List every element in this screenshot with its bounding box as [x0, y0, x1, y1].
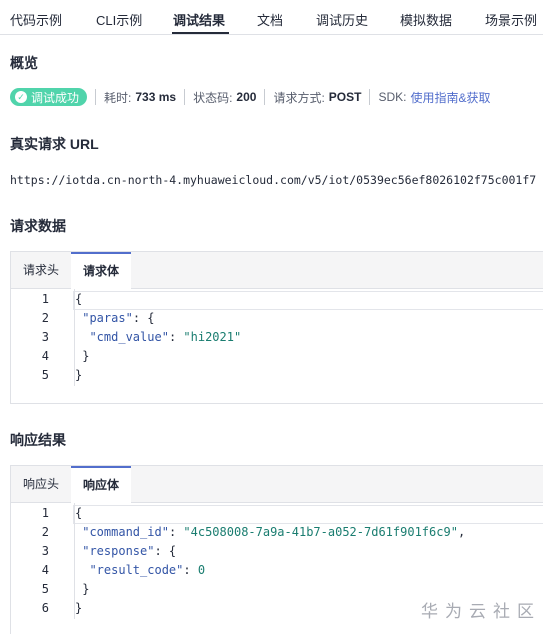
code-token: } [75, 601, 83, 615]
code-token: { [75, 506, 83, 520]
code-token: "command_id" [82, 525, 169, 539]
top-tab-bar: 代码示例 CLI示例 调试结果 文档 调试历史 模拟数据 场景示例 [0, 0, 543, 35]
code-text: } [75, 599, 82, 618]
line-number: 5 [41, 582, 49, 596]
overview-row: ✓ 调试成功 耗时: 733 ms 状态码: 200 请求方式: POST SD… [10, 87, 490, 107]
status-badge: ✓ 调试成功 [10, 88, 88, 106]
line-number: 1 [41, 506, 49, 520]
code-text: "paras": { [75, 309, 155, 328]
code-text: "result_code": 0 [75, 561, 205, 580]
response-tabs: 响应头 响应体 [11, 466, 543, 503]
status-badge-label: 调试成功 [31, 90, 80, 105]
code-token: : { [154, 544, 177, 558]
tab-cli-example[interactable]: CLI示例 [96, 10, 142, 29]
overview-title: 概览 [10, 55, 38, 71]
tab-response-headers[interactable]: 响应头 [11, 466, 71, 502]
divider [369, 89, 371, 105]
tab-response-body[interactable]: 响应体 [71, 466, 132, 503]
code-line: 4 "result_code": 0 [11, 561, 543, 580]
code-token: } [75, 349, 90, 363]
code-token: "hi2021" [183, 330, 242, 344]
line-number: 3 [41, 330, 49, 344]
code-token: "result_code" [89, 563, 184, 577]
tab-code-example[interactable]: 代码示例 [10, 10, 62, 29]
tab-debug-history[interactable]: 调试历史 [316, 10, 368, 29]
line-number: 4 [41, 349, 49, 363]
code-text: { [75, 504, 82, 523]
line-number: 4 [41, 563, 49, 577]
tab-docs[interactable]: 文档 [257, 10, 283, 29]
tab-request-body[interactable]: 请求体 [71, 252, 132, 289]
code-line: 4 } [11, 347, 543, 366]
divider [95, 89, 97, 105]
code-text: "cmd_value": "hi2021" [75, 328, 241, 347]
active-tab-indicator [172, 32, 229, 34]
code-token: : [183, 563, 198, 577]
line-number: 5 [41, 368, 49, 382]
request-body-editor[interactable]: 1{2 "paras": {3 "cmd_value": "hi2021" 4 }… [11, 289, 543, 386]
status-code-value: 200 [236, 90, 257, 104]
code-token: "4c508008-7a9a-41b7-a052-7d61f901f6c9" [183, 525, 458, 539]
code-text: } [75, 580, 89, 599]
divider [184, 89, 186, 105]
elapsed-label: 耗时: [104, 90, 132, 105]
sdk-guide-link[interactable]: 使用指南&获取 [410, 89, 490, 106]
response-title: 响应结果 [10, 432, 66, 448]
method-value: POST [328, 90, 362, 104]
code-line: 2 "command_id": "4c508008-7a9a-41b7-a052… [11, 523, 543, 542]
watermark: 华为云社区 [421, 602, 541, 621]
tab-scenario-example[interactable]: 场景示例 [485, 10, 537, 29]
code-token: 0 [197, 563, 206, 577]
line-number: 6 [41, 601, 49, 615]
tab-request-headers[interactable]: 请求头 [11, 252, 71, 288]
check-circle-icon: ✓ [15, 91, 27, 103]
line-number: 2 [41, 525, 49, 539]
tab-debug-result[interactable]: 调试结果 [173, 10, 225, 29]
code-token: { [75, 292, 83, 306]
request-url-title: 真实请求 URL [10, 136, 99, 152]
code-text: "response": { [75, 542, 176, 561]
request-data-panel: 请求头 请求体 1{2 "paras": {3 "cmd_value": "hi… [10, 251, 543, 404]
code-token: : [168, 525, 184, 539]
sdk-label: SDK: [378, 90, 407, 104]
code-token: , [457, 525, 466, 539]
tab-mock-data[interactable]: 模拟数据 [400, 10, 452, 29]
request-url-value: https://iotda.cn-north-4.myhuaweicloud.c… [10, 173, 537, 187]
divider [264, 89, 266, 105]
request-data-title: 请求数据 [10, 218, 66, 234]
line-number: 3 [41, 544, 49, 558]
code-line: 2 "paras": { [11, 309, 543, 328]
code-token: : [168, 330, 184, 344]
code-text: } [75, 366, 82, 385]
elapsed-value: 733 ms [135, 90, 177, 104]
method-label: 请求方式: [273, 90, 325, 105]
code-text: "command_id": "4c508008-7a9a-41b7-a052-7… [75, 523, 465, 542]
request-data-tabs: 请求头 请求体 [11, 252, 543, 289]
code-token: "cmd_value" [89, 330, 169, 344]
code-line: 3 "response": { [11, 542, 543, 561]
status-code-label: 状态码: [193, 90, 233, 105]
code-text: } [75, 347, 89, 366]
line-number: 2 [41, 311, 49, 325]
code-token: "response" [82, 544, 155, 558]
code-text: { [75, 290, 82, 309]
code-token: "paras" [82, 311, 133, 325]
code-line: 1{ [11, 290, 543, 309]
code-line: 1{ [11, 504, 543, 523]
code-token: } [75, 582, 90, 596]
code-token: } [75, 368, 83, 382]
code-line: 5} [11, 366, 543, 385]
line-number: 1 [41, 292, 49, 306]
code-line: 3 "cmd_value": "hi2021" [11, 328, 543, 347]
code-token: : { [132, 311, 155, 325]
